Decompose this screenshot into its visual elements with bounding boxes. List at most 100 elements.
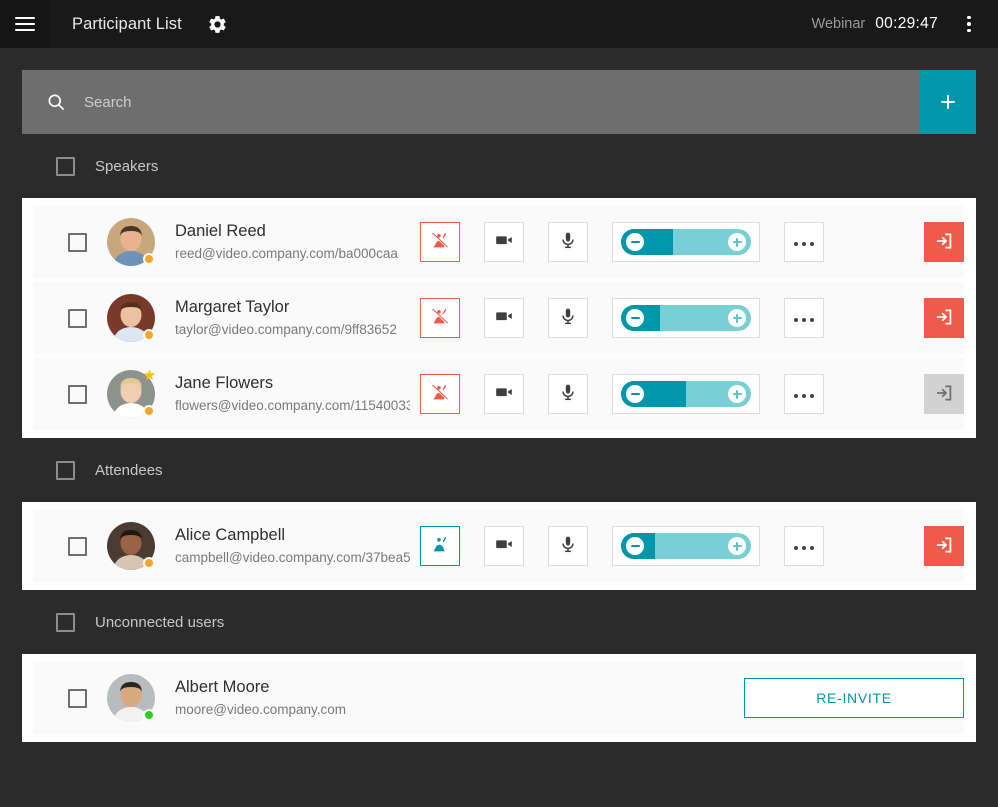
table-row[interactable]: Alice Campbell campbell@video.company.co… (34, 510, 964, 582)
participant-name: Albert Moore (175, 678, 270, 696)
volume-increase-icon[interactable] (728, 385, 746, 403)
participant-identity: Alice Campbell campbell@video.company.co… (175, 525, 410, 567)
camera-toggle-button[interactable] (484, 526, 524, 566)
microphone-icon (557, 305, 579, 332)
participant-email: taylor@video.company.com/9ff83652 (175, 322, 397, 337)
camera-toggle-button[interactable] (484, 222, 524, 262)
participant-group-speakers: Daniel Reed reed@video.company.com/ba000… (22, 198, 976, 438)
more-options-button[interactable] (784, 298, 824, 338)
avatar (107, 218, 155, 266)
section-select-all-checkbox-attendees[interactable] (56, 460, 75, 480)
more-options-icon (792, 309, 816, 327)
volume-decrease-icon[interactable] (626, 385, 644, 403)
app-header: Participant List Webinar 00:29:47 (0, 0, 998, 48)
camera-toggle-button[interactable] (484, 298, 524, 338)
volume-increase-icon[interactable] (728, 309, 746, 327)
table-row[interactable]: Albert Moore moore@video.company.com RE-… (34, 662, 964, 734)
section-header-attendees: Attendees (0, 438, 998, 502)
volume-slider[interactable] (612, 374, 760, 414)
header-right-group: Webinar 00:29:47 (812, 4, 998, 44)
kebab-menu-icon (967, 22, 971, 26)
remove-participant-button[interactable] (924, 222, 964, 262)
volume-slider-track (621, 305, 751, 331)
more-options-icon (792, 537, 816, 555)
search-bar (22, 70, 976, 134)
add-participant-button[interactable] (920, 70, 976, 134)
volume-decrease-icon[interactable] (626, 537, 644, 555)
hamburger-menu-button[interactable] (0, 0, 50, 48)
participant-group-unconnected: Albert Moore moore@video.company.com RE-… (22, 654, 976, 742)
overflow-menu-button[interactable] (952, 4, 986, 44)
gear-icon (209, 15, 227, 33)
hand-raise-button[interactable] (420, 298, 460, 338)
participant-group-attendees: Alice Campbell campbell@video.company.co… (22, 502, 976, 590)
participant-name: Margaret Taylor (175, 298, 290, 316)
hand-raise-icon (429, 533, 451, 560)
microphone-toggle-button[interactable] (548, 222, 588, 262)
microphone-toggle-button[interactable] (548, 526, 588, 566)
participant-controls (420, 374, 824, 414)
volume-slider[interactable] (612, 222, 760, 262)
participant-controls (420, 298, 824, 338)
search-icon (46, 92, 66, 112)
meeting-mode-label: Webinar (811, 16, 866, 32)
hand-raise-disabled-icon (429, 305, 451, 332)
more-options-button[interactable] (784, 526, 824, 566)
search-field-container[interactable] (22, 70, 920, 134)
status-badge (143, 709, 155, 721)
status-badge (143, 253, 155, 265)
participant-checkbox[interactable] (68, 308, 87, 328)
settings-button[interactable] (204, 10, 232, 38)
avatar: ★ (107, 367, 157, 418)
participant-identity: Jane Flowers flowers@video.company.com/1… (175, 373, 410, 415)
participant-checkbox[interactable] (68, 232, 87, 252)
section-select-all-checkbox-speakers[interactable] (56, 156, 75, 176)
avatar (107, 674, 155, 722)
participant-identity: Daniel Reed reed@video.company.com/ba000… (175, 221, 410, 263)
table-row[interactable]: Daniel Reed reed@video.company.com/ba000… (34, 206, 964, 278)
microphone-toggle-button[interactable] (548, 298, 588, 338)
participant-name: Daniel Reed (175, 222, 266, 240)
star-icon: ★ (142, 367, 157, 384)
reinvite-button[interactable]: RE-INVITE (744, 678, 964, 718)
volume-slider[interactable] (612, 298, 760, 338)
microphone-toggle-button[interactable] (548, 374, 588, 414)
table-row[interactable]: Margaret Taylor taylor@video.company.com… (34, 282, 964, 354)
volume-slider-track (621, 229, 751, 255)
volume-slider-track (621, 381, 751, 407)
participant-checkbox[interactable] (68, 536, 87, 556)
volume-decrease-icon[interactable] (626, 233, 644, 251)
kebab-menu-icon (967, 15, 971, 20)
microphone-icon (557, 229, 579, 256)
participant-identity: Margaret Taylor taylor@video.company.com… (175, 297, 410, 339)
hand-raise-button[interactable] (420, 526, 460, 566)
meeting-timer: 00:29:47 (875, 15, 938, 32)
more-options-button[interactable] (784, 222, 824, 262)
participant-email: reed@video.company.com/ba000caa (175, 246, 398, 261)
plus-icon (941, 95, 955, 109)
search-input[interactable] (84, 70, 920, 134)
section-label: Attendees (95, 461, 163, 479)
camera-toggle-button[interactable] (484, 374, 524, 414)
section-label: Unconnected users (95, 613, 225, 631)
remove-participant-button (924, 374, 964, 414)
volume-slider[interactable] (612, 526, 760, 566)
exit-participant-icon (933, 382, 955, 407)
participant-name: Jane Flowers (175, 374, 274, 392)
participant-checkbox[interactable] (68, 384, 87, 404)
volume-increase-icon[interactable] (728, 537, 746, 555)
microphone-icon (557, 381, 579, 408)
table-row[interactable]: ★ Jane Flowers flowers@video.company.com… (34, 358, 964, 430)
hand-raise-button[interactable] (420, 374, 460, 414)
remove-participant-button[interactable] (924, 298, 964, 338)
participant-checkbox[interactable] (68, 688, 87, 708)
hand-raise-button[interactable] (420, 222, 460, 262)
hand-raise-disabled-icon (429, 229, 451, 256)
volume-increase-icon[interactable] (728, 233, 746, 251)
section-select-all-checkbox-unconnected[interactable] (56, 612, 75, 632)
exit-participant-icon (933, 306, 955, 331)
remove-participant-button[interactable] (924, 526, 964, 566)
avatar (107, 522, 155, 570)
volume-decrease-icon[interactable] (626, 309, 644, 327)
more-options-button[interactable] (784, 374, 824, 414)
